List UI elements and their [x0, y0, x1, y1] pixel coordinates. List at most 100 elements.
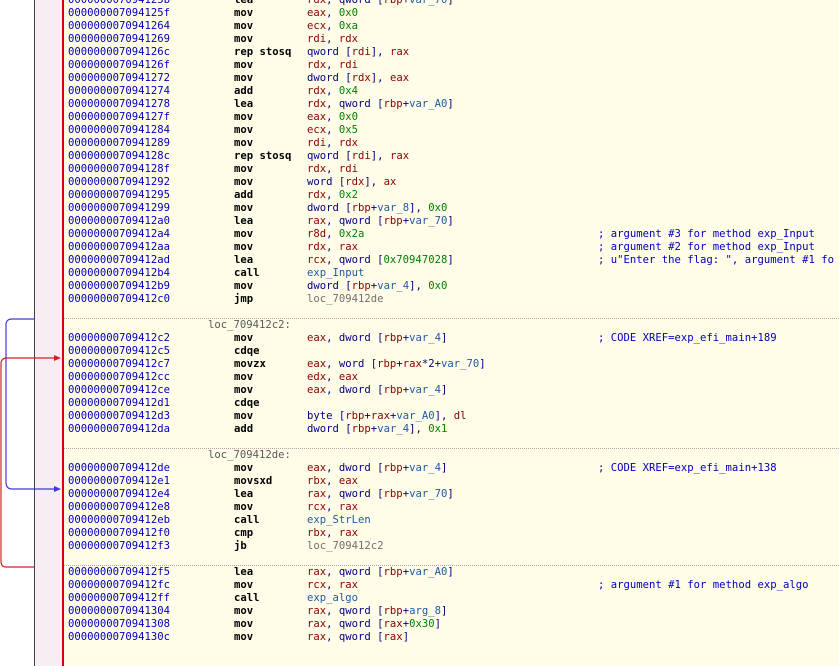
instruction-address[interactable]: 00000000709412c5 [68, 345, 170, 358]
instruction-row[interactable]: 00000000709412fc mov rcx, rax ; argument #1… [64, 579, 839, 592]
instruction-address[interactable]: 00000000709412fc [68, 579, 170, 592]
instruction-address[interactable]: 00000000709412cc [68, 371, 170, 384]
instruction-address[interactable]: 00000000709412e1 [68, 475, 170, 488]
instruction-row[interactable]: 00000000709412da add dword [rbp+var_4], 0x… [64, 423, 839, 436]
symbol-ref[interactable]: var_4 [409, 384, 441, 396]
instruction-address[interactable]: 0000000070941292 [68, 176, 170, 189]
instruction-row[interactable]: 0000000070941308 mov rax, qword [rax+0x30] [64, 618, 839, 631]
instruction-row[interactable]: 0000000070941289 mov rdi, rdx [64, 137, 839, 150]
instruction-row[interactable]: 0000000070941278 lea rdx, qword [rbp+var_A… [64, 98, 839, 111]
instruction-address[interactable]: 0000000070941269 [68, 33, 170, 46]
symbol-ref[interactable]: var_4 [377, 280, 409, 292]
symbol-ref[interactable]: var_A0 [409, 98, 447, 110]
instruction-address[interactable]: 00000000709412aa [68, 241, 170, 254]
instruction-row[interactable]: 0000000070941292 mov word [rdx], ax [64, 176, 839, 189]
symbol-ref[interactable]: var_70 [409, 0, 447, 6]
instruction-address[interactable]: 00000000709412b9 [68, 280, 170, 293]
instruction-address[interactable]: 00000000709412a4 [68, 228, 170, 241]
symbol-ref[interactable]: var_8 [377, 202, 409, 214]
instruction-address[interactable]: 0000000070941284 [68, 124, 170, 137]
instruction-address[interactable]: 00000000709412ff [68, 592, 170, 605]
instruction-row[interactable]: 0000000070941272 mov dword [rdx], eax [64, 72, 839, 85]
branch-target-link[interactable]: loc_709412de [307, 293, 384, 305]
instruction-row[interactable]: 00000000709412a4 mov r8d, 0x2a ; argument #… [64, 228, 839, 241]
jb-loop-arrow[interactable] [0, 357, 59, 568]
instruction-address[interactable]: 00000000709412c0 [68, 293, 170, 306]
instruction-row[interactable]: 0000000070941269 mov rdi, rdx [64, 33, 839, 46]
instruction-row[interactable]: 00000000709412c5 cdqe [64, 345, 839, 358]
instruction-address[interactable]: 00000000709412ce [68, 384, 170, 397]
instruction-row[interactable]: 000000007094125b lea rdx, qword [rbp+var_7… [64, 0, 839, 7]
instruction-row[interactable]: 00000000709412d1 cdqe [64, 397, 839, 410]
symbol-ref[interactable]: exp_algo [307, 592, 358, 604]
instruction-address[interactable]: 00000000709412f3 [68, 540, 170, 553]
instruction-address[interactable]: 00000000709412de [68, 462, 170, 475]
instruction-address[interactable]: 0000000070941264 [68, 20, 170, 33]
instruction-row[interactable]: 0000000070941264 mov ecx, 0xa [64, 20, 839, 33]
instruction-row[interactable]: 00000000709412de mov eax, dword [rbp+var_4… [64, 462, 839, 475]
instruction-address[interactable]: 00000000709412f5 [68, 566, 170, 579]
instruction-address[interactable]: 00000000709412a0 [68, 215, 170, 228]
instruction-address[interactable]: 00000000709412e4 [68, 488, 170, 501]
symbol-ref[interactable]: exp_StrLen [307, 514, 371, 526]
symbol-ref[interactable]: var_A0 [396, 410, 434, 422]
instruction-address[interactable]: 0000000070941299 [68, 202, 170, 215]
instruction-row[interactable]: 00000000709412f3 jb loc_709412c2 [64, 540, 839, 553]
code-label-row[interactable]: loc_709412de: [64, 449, 839, 462]
disassembly-listing[interactable]: 000000007094125b lea rdx, qword [rbp+var_7… [64, 0, 839, 644]
instruction-row[interactable]: 00000000709412c7 movzx eax, word [rbp+rax*… [64, 358, 839, 371]
symbol-ref[interactable]: var_4 [409, 332, 441, 344]
symbol-ref[interactable]: var_70 [409, 215, 447, 227]
instruction-address[interactable]: 00000000709412d1 [68, 397, 170, 410]
instruction-row[interactable]: 000000007094126c rep stosq qword [rdi], ra… [64, 46, 839, 59]
instruction-row[interactable]: 00000000709412ff call exp_algo [64, 592, 839, 605]
instruction-address[interactable]: 0000000070941308 [68, 618, 170, 631]
code-label-row[interactable]: loc_709412c2: [64, 319, 839, 332]
instruction-row[interactable]: 00000000709412e1 movsxd rbx, eax [64, 475, 839, 488]
instruction-row[interactable]: 00000000709412b9 mov dword [rbp+var_4], 0x… [64, 280, 839, 293]
instruction-row[interactable]: 00000000709412f0 cmp rbx, rax [64, 527, 839, 540]
instruction-address[interactable]: 000000007094127f [68, 111, 170, 124]
instruction-row[interactable]: 000000007094128c rep stosq qword [rdi], ra… [64, 150, 839, 163]
instruction-address[interactable]: 00000000709412b4 [68, 267, 170, 280]
instruction-address[interactable]: 0000000070941278 [68, 98, 170, 111]
instruction-address[interactable]: 00000000709412eb [68, 514, 170, 527]
instruction-row[interactable]: 0000000070941304 mov rax, qword [rbp+arg_8… [64, 605, 839, 618]
instruction-row[interactable]: 00000000709412c2 mov eax, dword [rbp+var_4… [64, 332, 839, 345]
instruction-row[interactable]: 000000007094127f mov eax, 0x0 [64, 111, 839, 124]
instruction-address[interactable]: 000000007094125b [68, 0, 170, 7]
instruction-row[interactable]: 00000000709412e4 lea rax, qword [rbp+var_7… [64, 488, 839, 501]
instruction-address[interactable]: 000000007094128c [68, 150, 170, 163]
code-label[interactable]: loc_709412c2: [208, 319, 291, 332]
instruction-row[interactable]: 000000007094128f mov rdx, rdi [64, 163, 839, 176]
symbol-ref[interactable]: var_70 [409, 488, 447, 500]
instruction-row[interactable]: 00000000709412f5 lea rax, qword [rbp+var_A… [64, 566, 839, 579]
instruction-row[interactable]: 000000007094126f mov rdx, rdi [64, 59, 839, 72]
instruction-row[interactable]: 0000000070941295 add rdx, 0x2 [64, 189, 839, 202]
instruction-address[interactable]: 000000007094130c [68, 631, 170, 644]
instruction-row[interactable]: 00000000709412b4 call exp_Input [64, 267, 839, 280]
instruction-address[interactable]: 0000000070941272 [68, 72, 170, 85]
instruction-row[interactable]: 00000000709412ce mov eax, dword [rbp+var_4… [64, 384, 839, 397]
instruction-row[interactable]: 0000000070941274 add rdx, 0x4 [64, 85, 839, 98]
instruction-row[interactable]: 000000007094125f mov eax, 0x0 [64, 7, 839, 20]
instruction-address[interactable]: 0000000070941289 [68, 137, 170, 150]
instruction-address[interactable]: 000000007094126f [68, 59, 170, 72]
instruction-address[interactable]: 000000007094128f [68, 163, 170, 176]
symbol-ref[interactable]: arg_8 [409, 605, 441, 617]
instruction-row[interactable]: 0000000070941299 mov dword [rbp+var_8], 0x… [64, 202, 839, 215]
instruction-address[interactable]: 00000000709412da [68, 423, 170, 436]
instruction-address[interactable]: 00000000709412ad [68, 254, 170, 267]
instruction-row[interactable]: 00000000709412a0 lea rax, qword [rbp+var_7… [64, 215, 839, 228]
instruction-row[interactable]: 000000007094130c mov rax, qword [rax] [64, 631, 839, 644]
instruction-row[interactable]: 00000000709412aa mov rdx, rax ; argument #2… [64, 241, 839, 254]
symbol-ref[interactable]: var_4 [377, 423, 409, 435]
symbol-ref[interactable]: exp_Input [307, 267, 364, 279]
instruction-address[interactable]: 0000000070941295 [68, 189, 170, 202]
instruction-address[interactable]: 000000007094126c [68, 46, 170, 59]
symbol-ref[interactable]: var_70 [441, 358, 479, 370]
instruction-row[interactable]: 00000000709412cc mov edx, eax [64, 371, 839, 384]
instruction-address[interactable]: 0000000070941304 [68, 605, 170, 618]
branch-target-link[interactable]: loc_709412c2 [307, 540, 384, 552]
instruction-address[interactable]: 00000000709412f0 [68, 527, 170, 540]
